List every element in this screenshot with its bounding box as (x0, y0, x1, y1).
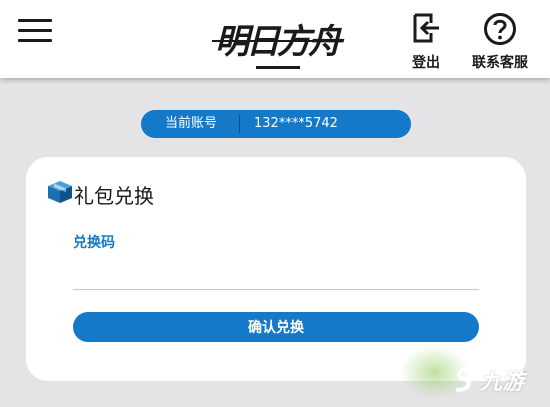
account-badge: 当前账号 132****5742 (141, 110, 411, 138)
logo-text: 明日方舟 (215, 22, 342, 62)
account-label: 当前账号 (165, 116, 218, 131)
confirm-redeem-button[interactable]: 确认兑换 (73, 312, 479, 342)
logout-label: 登出 (412, 55, 440, 71)
top-bar: 明日方舟 登出 联系客服 (0, 0, 550, 78)
account-divider (239, 115, 240, 133)
watermark: 九游 (450, 360, 550, 404)
code-field-label: 兑换码 (73, 235, 115, 251)
watermark-text: 九游 (480, 370, 525, 395)
watermark-logo-icon (456, 366, 472, 392)
support-label: 联系客服 (472, 55, 528, 71)
account-number: 132****5742 (254, 116, 338, 131)
card-title: 礼包兑换 (74, 184, 154, 208)
menu-icon[interactable] (18, 16, 54, 46)
game-logo: 明日方舟 (208, 8, 346, 72)
support-button[interactable]: 联系客服 (464, 10, 536, 72)
gift-box-icon (48, 181, 72, 203)
logout-icon (413, 13, 439, 43)
logout-button[interactable]: 登出 (405, 10, 447, 72)
question-icon (484, 13, 516, 45)
redeem-code-input[interactable] (73, 255, 479, 290)
